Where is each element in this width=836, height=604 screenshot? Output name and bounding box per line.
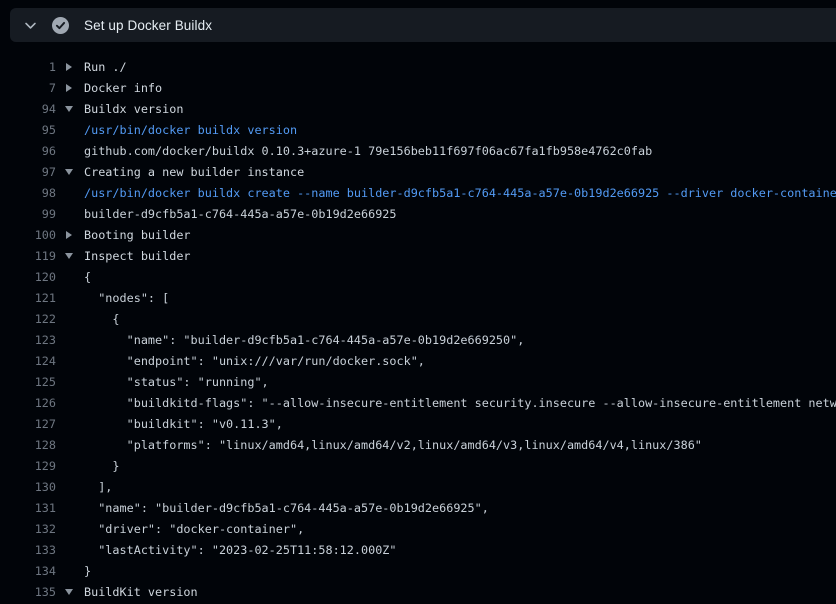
log-text: builder-d9cfb5a1-c764-445a-a57e-0b19d2e6… <box>82 207 836 221</box>
log-text: "nodes": [ <box>82 291 836 305</box>
group-toggle[interactable] <box>56 63 82 71</box>
chevron-down-icon[interactable] <box>65 253 73 259</box>
log-line: 120 { <box>0 266 836 287</box>
log-text: "driver": "docker-container", <box>82 522 836 536</box>
log-group-row[interactable]: 97 Creating a new builder instance <box>0 161 836 182</box>
line-number[interactable]: 97 <box>0 165 56 179</box>
log-text: "endpoint": "unix:///var/run/docker.sock… <box>82 354 836 368</box>
log-text: } <box>82 459 836 473</box>
step-header[interactable]: Set up Docker Buildx <box>10 8 836 42</box>
group-title[interactable]: Inspect builder <box>82 249 836 263</box>
line-number[interactable]: 7 <box>0 81 56 95</box>
line-number[interactable]: 119 <box>0 249 56 263</box>
log-group-row[interactable]: 135 BuildKit version <box>0 581 836 602</box>
log-output[interactable]: 1 Run ./ 7 Docker info 94 Buildx version 95/us… <box>0 46 836 604</box>
line-number[interactable]: 95 <box>0 123 56 137</box>
line-number[interactable]: 125 <box>0 375 56 389</box>
chevron-down-icon[interactable] <box>65 106 73 112</box>
log-text: "buildkitd-flags": "--allow-insecure-ent… <box>82 396 836 410</box>
chevron-right-icon[interactable] <box>66 63 72 71</box>
line-number[interactable]: 128 <box>0 438 56 452</box>
log-line: 124 "endpoint": "unix:///var/run/docker.… <box>0 350 836 371</box>
log-text: "platforms": "linux/amd64,linux/amd64/v2… <box>82 438 836 452</box>
chevron-down-icon[interactable] <box>65 589 73 595</box>
line-number[interactable]: 120 <box>0 270 56 284</box>
log-text: "buildkit": "v0.11.3", <box>82 417 836 431</box>
line-number[interactable]: 122 <box>0 312 56 326</box>
command-text: /usr/bin/docker buildx version <box>82 123 836 137</box>
line-number[interactable]: 126 <box>0 396 56 410</box>
line-number[interactable]: 133 <box>0 543 56 557</box>
group-toggle[interactable] <box>56 589 82 595</box>
group-toggle[interactable] <box>56 169 82 175</box>
log-line: 122 { <box>0 308 836 329</box>
line-number[interactable]: 98 <box>0 186 56 200</box>
log-line: 96 github.com/docker/buildx 0.10.3+azure-… <box>0 140 836 161</box>
log-line: 127 "buildkit": "v0.11.3", <box>0 413 836 434</box>
group-title[interactable]: Buildx version <box>82 102 836 116</box>
line-number[interactable]: 94 <box>0 102 56 116</box>
line-number[interactable]: 129 <box>0 459 56 473</box>
log-group-row[interactable]: 1 Run ./ <box>0 56 836 77</box>
line-number[interactable]: 135 <box>0 585 56 599</box>
line-number[interactable]: 1 <box>0 60 56 74</box>
log-text: "lastActivity": "2023-02-25T11:58:12.000… <box>82 543 836 557</box>
log-line: 123 "name": "builder-d9cfb5a1-c764-445a-… <box>0 329 836 350</box>
log-text: } <box>82 564 836 578</box>
log-group-row[interactable]: 7 Docker info <box>0 77 836 98</box>
group-toggle[interactable] <box>56 84 82 92</box>
log-line: 133 "lastActivity": "2023-02-25T11:58:12… <box>0 539 836 560</box>
log-group-row[interactable]: 119 Inspect builder <box>0 245 836 266</box>
log-line: 130 ], <box>0 476 836 497</box>
line-number[interactable]: 124 <box>0 354 56 368</box>
command-text: /usr/bin/docker buildx create --name bui… <box>82 186 836 200</box>
check-circle-icon <box>52 17 69 34</box>
log-group-row[interactable]: 94 Buildx version <box>0 98 836 119</box>
log-text: { <box>82 312 836 326</box>
log-line: 99 builder-d9cfb5a1-c764-445a-a57e-0b19d2… <box>0 203 836 224</box>
log-line: 132 "driver": "docker-container", <box>0 518 836 539</box>
log-line: 125 "status": "running", <box>0 371 836 392</box>
line-number[interactable]: 130 <box>0 480 56 494</box>
log-group-row[interactable]: 100 Booting builder <box>0 224 836 245</box>
log-line: 129 } <box>0 455 836 476</box>
line-number[interactable]: 127 <box>0 417 56 431</box>
log-line: 128 "platforms": "linux/amd64,linux/amd6… <box>0 434 836 455</box>
group-title[interactable]: Creating a new builder instance <box>82 165 836 179</box>
log-line: 131 "name": "builder-d9cfb5a1-c764-445a-… <box>0 497 836 518</box>
log-text: "name": "builder-d9cfb5a1-c764-445a-a57e… <box>82 333 836 347</box>
chevron-right-icon[interactable] <box>66 84 72 92</box>
log-line: 95/usr/bin/docker buildx version <box>0 119 836 140</box>
line-number[interactable]: 134 <box>0 564 56 578</box>
line-number[interactable]: 96 <box>0 144 56 158</box>
line-number[interactable]: 121 <box>0 291 56 305</box>
group-toggle[interactable] <box>56 231 82 239</box>
step-title: Set up Docker Buildx <box>84 18 212 33</box>
log-text: "status": "running", <box>82 375 836 389</box>
log-line: 98/usr/bin/docker buildx create --name b… <box>0 182 836 203</box>
group-title[interactable]: Docker info <box>82 81 836 95</box>
group-title[interactable]: BuildKit version <box>82 585 836 599</box>
group-title[interactable]: Run ./ <box>82 60 836 74</box>
group-title[interactable]: Booting builder <box>82 228 836 242</box>
chevron-down-icon[interactable] <box>22 17 38 33</box>
line-number[interactable]: 131 <box>0 501 56 515</box>
log-line: 126 "buildkitd-flags": "--allow-insecure… <box>0 392 836 413</box>
chevron-right-icon[interactable] <box>66 231 72 239</box>
log-line: 121 "nodes": [ <box>0 287 836 308</box>
log-text: "name": "builder-d9cfb5a1-c764-445a-a57e… <box>82 501 836 515</box>
line-number[interactable]: 132 <box>0 522 56 536</box>
log-text: github.com/docker/buildx 0.10.3+azure-1 … <box>82 144 836 158</box>
log-text: { <box>82 270 836 284</box>
line-number[interactable]: 99 <box>0 207 56 221</box>
line-number[interactable]: 100 <box>0 228 56 242</box>
line-number[interactable]: 123 <box>0 333 56 347</box>
group-toggle[interactable] <box>56 106 82 112</box>
group-toggle[interactable] <box>56 253 82 259</box>
chevron-down-icon[interactable] <box>65 169 73 175</box>
log-text: ], <box>82 480 836 494</box>
log-line: 134} <box>0 560 836 581</box>
